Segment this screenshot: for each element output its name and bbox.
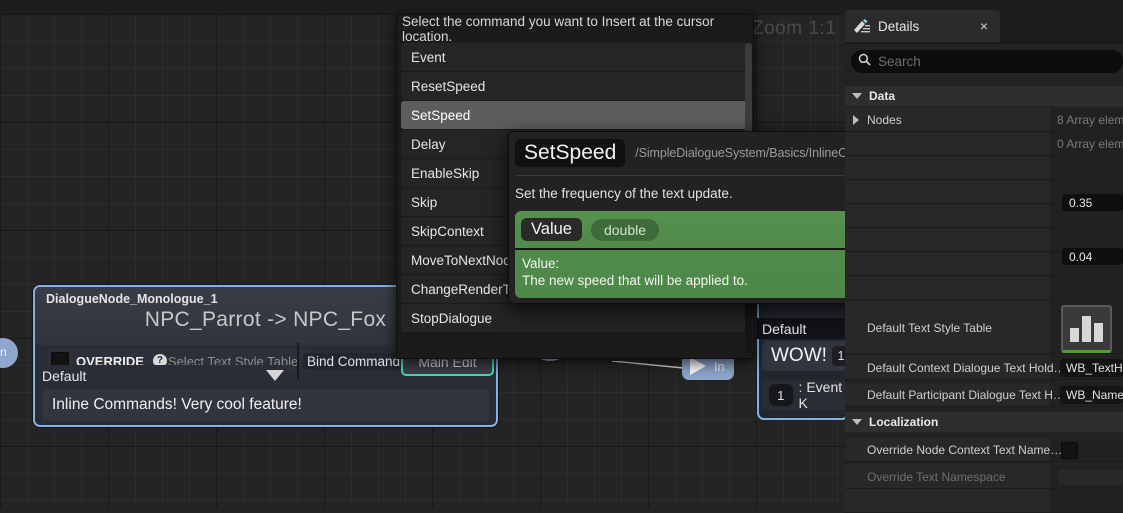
command-list-item[interactable]: Event xyxy=(401,43,749,71)
event-node-default-row[interactable]: Default xyxy=(757,318,849,339)
search-placeholder: Search xyxy=(878,54,921,69)
row-bg-left xyxy=(845,276,1050,299)
node-text-area[interactable]: Inline Commands! Very cool feature! xyxy=(42,389,489,421)
search-icon xyxy=(858,53,871,71)
details-category-data[interactable]: Data xyxy=(845,86,1123,106)
details-row-label: Override Node Context Text Name… xyxy=(867,442,1063,457)
details-row-8[interactable] xyxy=(845,276,1123,300)
interval-value: 0.04 xyxy=(1069,249,1093,264)
text-style-table-thumbnail[interactable] xyxy=(1061,305,1112,353)
interval-number-field[interactable]: 0.04 xyxy=(1062,248,1123,265)
chevron-down-icon xyxy=(852,93,862,99)
graph-pin-left-label: n xyxy=(0,345,7,359)
speed-value: 0.35 xyxy=(1069,195,1093,210)
details-icon xyxy=(853,18,870,34)
details-row-label: Default Participant Dialogue Text H… xyxy=(867,387,1065,402)
close-icon[interactable]: × xyxy=(980,18,988,34)
row-bg-right xyxy=(1050,156,1123,179)
node-section-divider xyxy=(297,343,299,379)
details-row-trailing xyxy=(845,489,1123,513)
tab-details-label: Details xyxy=(878,18,920,34)
command-list-prompt: Select the command you want to Insert at… xyxy=(402,13,715,44)
text-style-table-value: Default xyxy=(42,367,87,384)
node-body-text: Inline Commands! Very cool feature! xyxy=(52,396,302,413)
context-text-holder-field[interactable]: WB_TextHo xyxy=(1060,359,1123,377)
details-category-data-label: Data xyxy=(869,89,896,103)
node-id-label: DialogueNode_Monologue_1 xyxy=(46,292,218,306)
search-input[interactable]: Search xyxy=(851,50,1123,73)
command-list-item[interactable]: ResetSpeed xyxy=(401,72,749,100)
command-list-item[interactable]: StopDialogue xyxy=(401,304,749,332)
override-text-namespace-field xyxy=(1058,469,1123,485)
input-pin-label: In xyxy=(714,360,725,374)
thumb-bar xyxy=(1070,328,1079,342)
details-row-label: Nodes xyxy=(867,112,902,127)
input-pin-arrow-icon xyxy=(690,357,706,375)
details-category-localization-label: Localization xyxy=(869,415,939,429)
participant-text-holder-value: WB_Name_ xyxy=(1066,388,1123,402)
details-row-2[interactable]: 0 Array elem xyxy=(845,132,1123,156)
details-row-value: 0 Array elem xyxy=(1057,136,1123,151)
details-row-label: Override Text Namespace xyxy=(867,469,1006,484)
thumb-bar xyxy=(1082,316,1091,342)
row-bg-left xyxy=(845,489,1050,512)
row-bg-left xyxy=(845,180,1050,203)
participant-text-holder-field[interactable]: WB_Name_ xyxy=(1060,386,1123,404)
zoom-level-label: Zoom 1:1 xyxy=(752,18,837,39)
row-bg-left xyxy=(845,252,1050,275)
tooltip-title: SetSpeed xyxy=(515,139,626,167)
chevron-right-icon[interactable] xyxy=(853,114,859,125)
speed-number-field[interactable]: 0.35 xyxy=(1062,194,1123,211)
details-row-label: Default Context Dialogue Text Hold… xyxy=(867,360,1066,375)
thumb-bar xyxy=(1094,323,1103,342)
override-namespace-checkbox[interactable] xyxy=(1061,442,1078,459)
details-row-nodes[interactable]: Nodes 8 Array elem xyxy=(845,108,1123,132)
tooltip-parameter-type: double xyxy=(590,218,660,241)
event-node-key-badge: 1 xyxy=(769,384,793,406)
tab-details[interactable]: Details × xyxy=(845,10,1000,42)
details-row-override-node-context-text-namespace[interactable]: Override Node Context Text Name… xyxy=(845,438,1123,462)
command-list-item[interactable]: SetSpeed xyxy=(401,101,749,129)
row-bg-left xyxy=(845,156,1050,179)
chevron-down-icon xyxy=(852,419,862,425)
event-node-key-label: : Event K xyxy=(798,379,843,411)
row-bg-right xyxy=(1050,489,1123,512)
row-bg-left xyxy=(845,204,1050,227)
details-category-localization[interactable]: Localization xyxy=(845,412,1123,432)
event-node-wow-text: WOW! xyxy=(771,345,827,366)
row-bg-left xyxy=(845,132,1050,155)
tooltip-parameter-name: Value xyxy=(521,218,582,241)
details-row-value: 8 Array elem xyxy=(1057,112,1123,127)
context-text-holder-value: WB_TextHo xyxy=(1066,361,1123,375)
chevron-down-icon xyxy=(266,370,284,381)
event-node-default-value: Default xyxy=(762,320,807,337)
text-style-table-dropdown[interactable]: Default xyxy=(38,365,290,386)
row-bg-right xyxy=(1050,276,1123,299)
event-node-key-row[interactable]: 1 : Event K xyxy=(762,379,850,411)
bind-command-label: Bind Command xyxy=(303,353,405,370)
details-row-3[interactable] xyxy=(845,156,1123,180)
row-bg-left xyxy=(845,228,1050,251)
details-row-label: Default Text Style Table xyxy=(867,320,992,335)
event-node-wow-row[interactable]: WOW! 1 xyxy=(762,341,850,371)
